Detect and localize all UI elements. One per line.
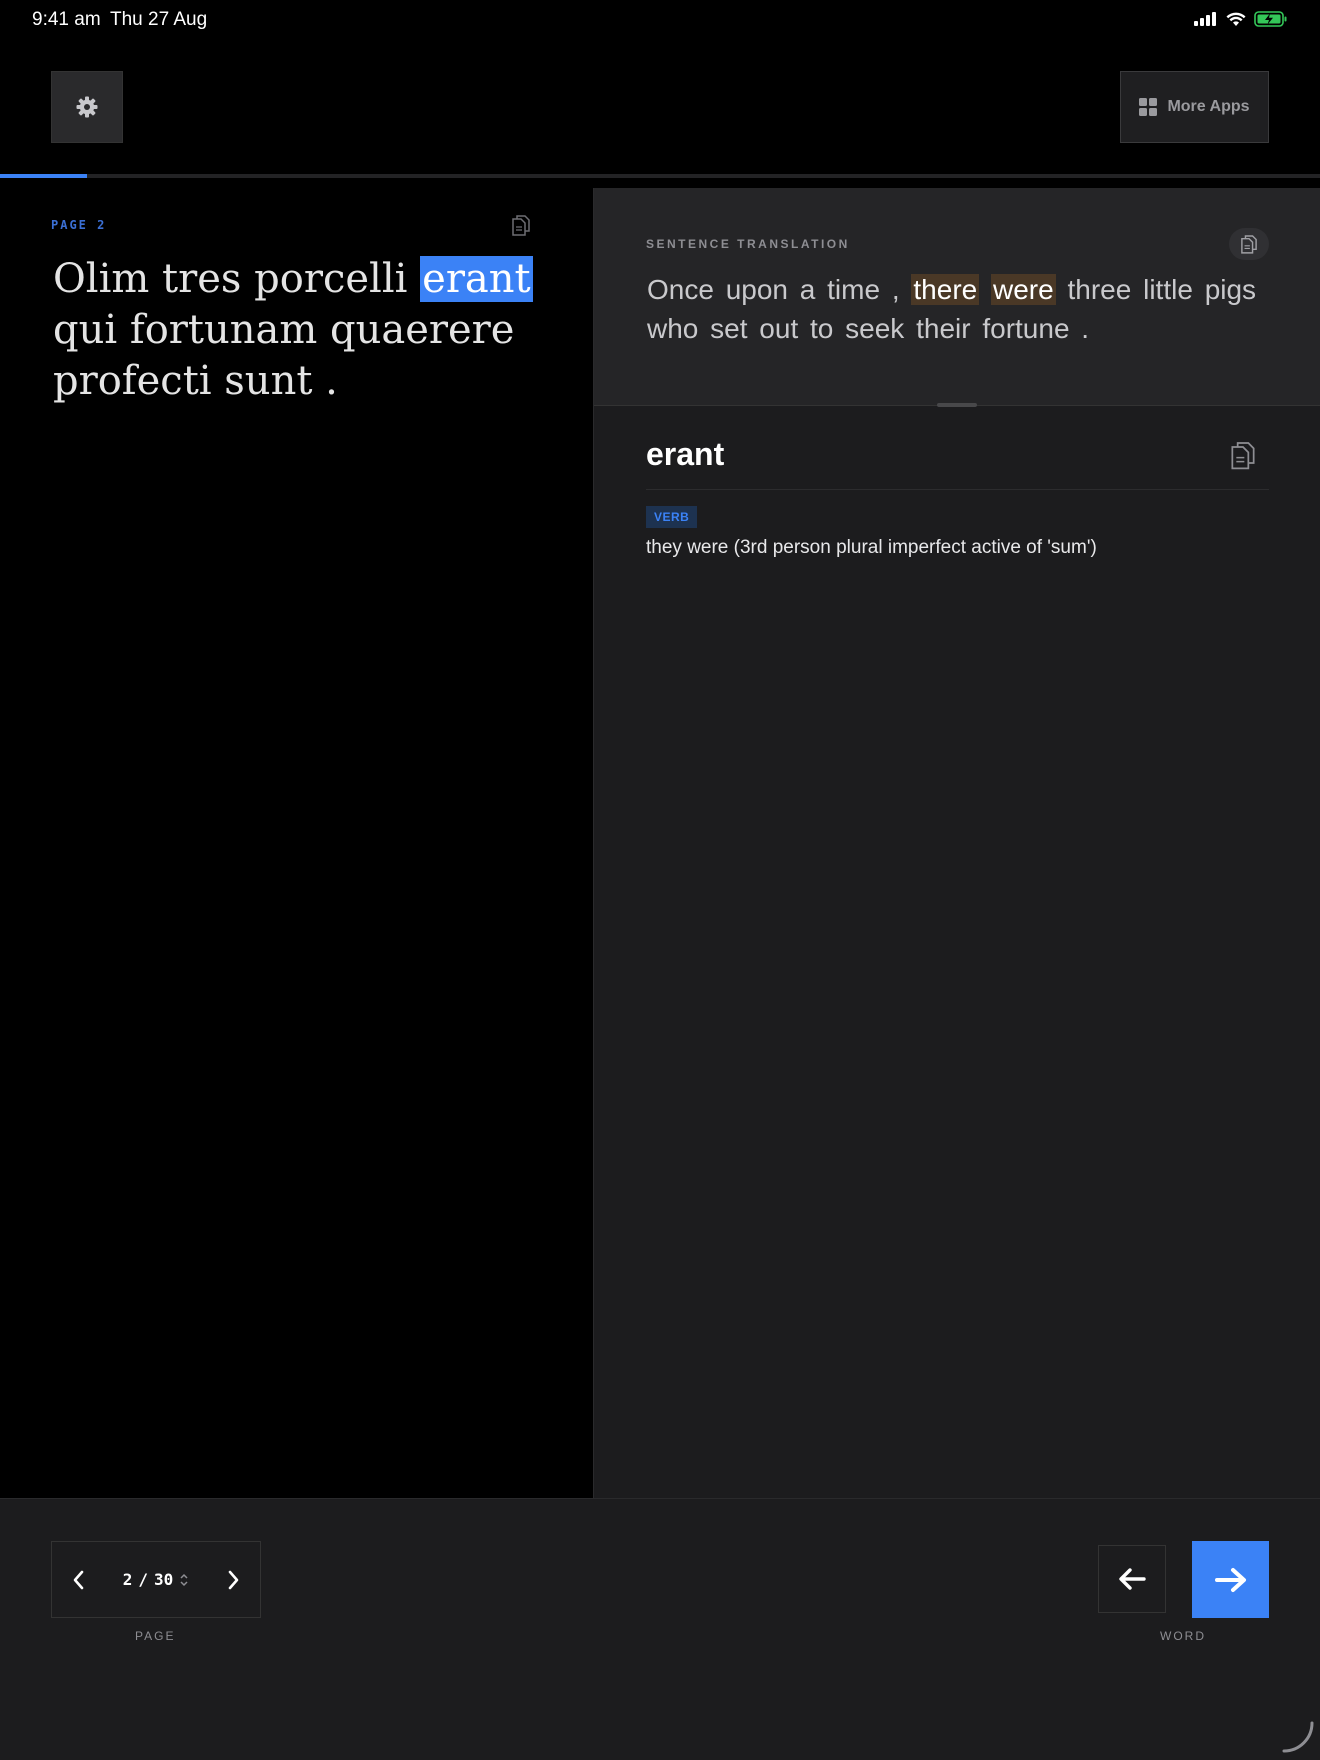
- word-definition: they were (3rd person plural imperfect a…: [646, 537, 1097, 558]
- status-date: Thu 27 Aug: [110, 9, 208, 30]
- translation-word[interactable]: Once: [647, 274, 714, 305]
- page-picker[interactable]: 2 / 30: [123, 1570, 190, 1589]
- translation-word[interactable]: set: [710, 313, 747, 344]
- translation-word[interactable]: little: [1143, 274, 1193, 305]
- up-down-chevron-icon: [180, 1573, 188, 1586]
- latin-word-selected[interactable]: erant: [420, 256, 533, 302]
- word-headword: erant: [646, 436, 725, 472]
- page-stepper: 2 / 30: [51, 1541, 261, 1618]
- latin-word[interactable]: .: [325, 358, 338, 404]
- chevron-right-icon: [228, 1570, 239, 1589]
- latin-word[interactable]: fortunam: [130, 307, 317, 353]
- bottom-navigation-bar: 2 / 30 PAGE WORD: [0, 1498, 1320, 1760]
- translation-word[interactable]: time: [827, 274, 880, 305]
- copy-word-button[interactable]: [1231, 440, 1255, 475]
- previous-word-button[interactable]: [1098, 1545, 1166, 1613]
- page-separator: /: [138, 1570, 148, 1589]
- translation-word[interactable]: three: [1068, 274, 1132, 305]
- reading-progress-bar: [0, 174, 1320, 178]
- more-apps-label: More Apps: [1167, 98, 1250, 115]
- copy-latin-button[interactable]: [512, 214, 530, 241]
- part-of-speech-badge: VERB: [646, 506, 698, 528]
- grid-icon: [1139, 98, 1158, 116]
- translation-word[interactable]: out: [759, 313, 798, 344]
- translation-word[interactable]: who: [647, 313, 698, 344]
- page-caption: PAGE: [135, 1629, 176, 1643]
- translation-word[interactable]: .: [1081, 313, 1089, 344]
- arrow-left-icon: [1119, 1568, 1146, 1590]
- wifi-icon: [1226, 12, 1246, 26]
- translation-word[interactable]: seek: [845, 313, 904, 344]
- translation-word[interactable]: upon: [726, 274, 788, 305]
- drag-handle[interactable]: [937, 403, 977, 407]
- next-word-button[interactable]: [1192, 1541, 1269, 1618]
- page-total: 30: [154, 1570, 174, 1589]
- battery-charging-icon: [1254, 11, 1287, 27]
- page-current: 2: [122, 1570, 133, 1589]
- status-icons: [1194, 11, 1288, 27]
- status-bar: 9:41 am Thu 27 Aug: [0, 0, 1320, 40]
- resize-corner-icon: [1282, 1721, 1314, 1753]
- arrow-right-icon: [1214, 1567, 1246, 1592]
- latin-word[interactable]: qui: [53, 307, 117, 353]
- latin-word[interactable]: sunt: [224, 358, 312, 404]
- detail-pane: SENTENCE TRANSLATION Once upon a time , …: [593, 188, 1320, 1498]
- page-label: PAGE 2: [51, 218, 107, 232]
- copy-icon: [1241, 235, 1257, 254]
- prev-page-button[interactable]: [68, 1567, 90, 1593]
- translation-word[interactable]: pigs: [1205, 274, 1256, 305]
- translation-word[interactable]: ,: [892, 274, 900, 305]
- copy-translation-button[interactable]: [1229, 228, 1269, 260]
- latin-sentence: Olim tres porcelli erant qui fortunam qu…: [53, 254, 533, 407]
- next-page-button[interactable]: [222, 1567, 244, 1593]
- translation-word[interactable]: their: [916, 313, 970, 344]
- translation-word-highlighted[interactable]: there: [911, 274, 980, 305]
- status-time: 9:41 am: [32, 9, 101, 30]
- settings-button[interactable]: [51, 71, 123, 143]
- latin-word[interactable]: profecti: [53, 358, 212, 404]
- latin-word[interactable]: quaerere: [330, 307, 514, 353]
- latin-word[interactable]: porcelli: [254, 256, 407, 302]
- copy-icon: [1231, 442, 1255, 470]
- translation-card: SENTENCE TRANSLATION Once upon a time , …: [594, 188, 1320, 407]
- chevron-left-icon: [73, 1570, 84, 1589]
- translation-word[interactable]: a: [800, 274, 816, 305]
- reading-progress-fill: [0, 174, 88, 178]
- translation-sentence: Once upon a time , there were three litt…: [647, 270, 1287, 348]
- translation-label: SENTENCE TRANSLATION: [646, 237, 850, 251]
- copy-icon: [512, 215, 530, 236]
- translation-word-highlighted[interactable]: were: [991, 274, 1056, 305]
- latin-word[interactable]: Olim: [53, 256, 149, 302]
- more-apps-button[interactable]: More Apps: [1120, 71, 1269, 143]
- latin-word[interactable]: tres: [162, 256, 241, 302]
- reader-pane: PAGE 2 Olim tres porcelli erant qui fort…: [0, 188, 593, 1498]
- word-caption: WORD: [1160, 1629, 1206, 1643]
- divider: [646, 489, 1269, 490]
- translation-word[interactable]: fortune: [982, 313, 1069, 344]
- signal-icon: [1194, 12, 1216, 26]
- gear-icon: [76, 96, 98, 118]
- translation-word[interactable]: to: [810, 313, 833, 344]
